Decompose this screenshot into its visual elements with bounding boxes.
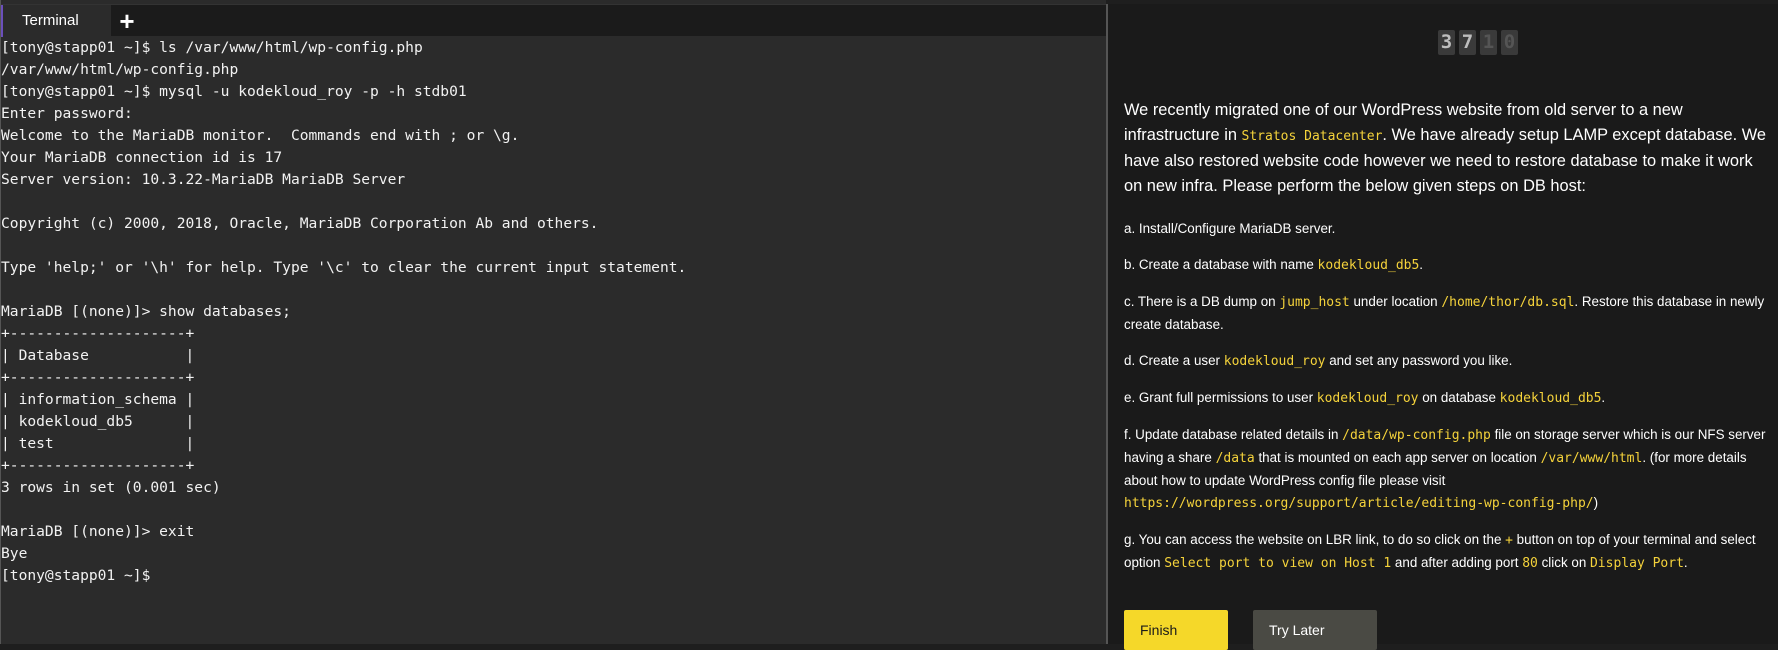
datacenter-name: Stratos Datacenter [1241, 129, 1383, 144]
terminal-line: +--------------------+ [1, 369, 195, 386]
step-text: g. You can access the website on LBR lin… [1124, 532, 1506, 547]
step-text: b. Create a database with name [1124, 257, 1318, 272]
add-tab-button[interactable]: + [117, 7, 137, 35]
terminal-line: | kodekloud_db5 | [1, 413, 195, 430]
terminal-line: | test | [1, 435, 195, 452]
step-text: click on [1537, 555, 1590, 570]
timer-digit: 3 [1438, 30, 1455, 55]
try-later-button[interactable]: Try Later [1253, 610, 1377, 650]
code-snippet: Display Port [1589, 556, 1684, 571]
code-snippet: kodekloud_db5 [1499, 391, 1602, 406]
docs-link[interactable]: https://wordpress.org/support/article/ed… [1124, 496, 1594, 511]
code-snippet: kodekloud_db5 [1317, 258, 1420, 273]
terminal-line: +--------------------+ [1, 325, 195, 342]
step-text: f. Update database related details in [1124, 427, 1343, 442]
terminal-line: [tony@stapp01 ~]$ mysql -u kodekloud_roy… [1, 83, 467, 100]
terminal-line: Type 'help;' or '\h' for help. Type '\c'… [1, 259, 687, 276]
code-snippet: jump_host [1279, 295, 1350, 310]
code-snippet: Select port to view on Host 1 [1164, 556, 1392, 571]
step-text: under location [1349, 294, 1442, 309]
terminal-line: Bye [1, 545, 28, 562]
step-text: a. Install/Configure MariaDB server. [1124, 221, 1336, 236]
terminal-line: /var/www/html/wp-config.php [1, 61, 239, 78]
terminal-line: MariaDB [(none)]> exit [1, 523, 195, 540]
code-snippet: kodekloud_roy [1316, 391, 1419, 406]
finish-button[interactable]: Finish [1124, 610, 1228, 650]
code-snippet: + [1505, 533, 1513, 548]
timer-digit: 1 [1480, 30, 1497, 55]
step-g: g. You can access the website on LBR lin… [1124, 529, 1776, 575]
code-snippet: /data/wp-config.php [1342, 428, 1491, 443]
code-snippet: /home/thor/db.sql [1441, 295, 1575, 310]
step-text: and set any password you like. [1325, 353, 1513, 368]
step-e: e. Grant full permissions to user kodekl… [1124, 387, 1776, 410]
timer-digit: 0 [1501, 30, 1518, 55]
terminal-prompt[interactable]: [tony@stapp01 ~]$ [1, 565, 1105, 587]
terminal-pane[interactable]: Terminal + [tony@stapp01 ~]$ ls /var/www… [0, 0, 1107, 644]
terminal-line: Enter password: [1, 105, 133, 122]
code-snippet: /data [1215, 451, 1255, 466]
step-text: ) [1593, 495, 1599, 510]
step-text: that is mounted on each app server on lo… [1254, 450, 1541, 465]
terminal-line: +--------------------+ [1, 457, 195, 474]
terminal-line: [tony@stapp01 ~]$ ls /var/www/html/wp-co… [1, 39, 423, 56]
step-c: c. There is a DB dump on jump_host under… [1124, 291, 1776, 336]
terminal-line: MariaDB [(none)]> show databases; [1, 303, 291, 320]
timer-digit: 7 [1459, 30, 1476, 55]
step-a: a. Install/Configure MariaDB server. [1124, 218, 1776, 240]
task-panel: 3 7 1 0 We recently migrated one of our … [1106, 4, 1778, 650]
code-snippet: /var/www/html [1540, 451, 1643, 466]
terminal-line: | information_schema | [1, 391, 195, 408]
countdown-timer: 3 7 1 0 [1438, 30, 1518, 55]
step-text: . [1683, 555, 1688, 570]
terminal-output[interactable]: [tony@stapp01 ~]$ ls /var/www/html/wp-co… [1, 37, 1105, 637]
terminal-line: Your MariaDB connection id is 17 [1, 149, 283, 166]
step-text: and after adding port [1391, 555, 1523, 570]
code-snippet: 80 [1522, 556, 1538, 571]
terminal-line: | Database | [1, 347, 195, 364]
task-intro: We recently migrated one of our WordPres… [1124, 98, 1774, 199]
terminal-line: 3 rows in set (0.001 sec) [1, 479, 221, 496]
step-text: on database [1418, 390, 1500, 405]
tab-terminal[interactable]: Terminal [1, 5, 111, 37]
step-text: d. Create a user [1124, 353, 1224, 368]
step-f: f. Update database related details in /d… [1124, 424, 1776, 515]
terminal-line: Copyright (c) 2000, 2018, Oracle, MariaD… [1, 215, 599, 232]
step-text: . [1419, 257, 1424, 272]
step-text: . [1601, 390, 1606, 405]
step-text: c. There is a DB dump on [1124, 294, 1280, 309]
terminal-tab-bar: Terminal + [1, 4, 1107, 37]
step-b: b. Create a database with name kodekloud… [1124, 254, 1776, 277]
terminal-line: Welcome to the MariaDB monitor. Commands… [1, 127, 520, 144]
task-steps: a. Install/Configure MariaDB server. b. … [1124, 218, 1776, 589]
code-snippet: kodekloud_roy [1223, 354, 1326, 369]
step-d: d. Create a user kodekloud_roy and set a… [1124, 350, 1776, 373]
step-text: e. Grant full permissions to user [1124, 390, 1317, 405]
terminal-line: Server version: 10.3.22-MariaDB MariaDB … [1, 171, 406, 188]
